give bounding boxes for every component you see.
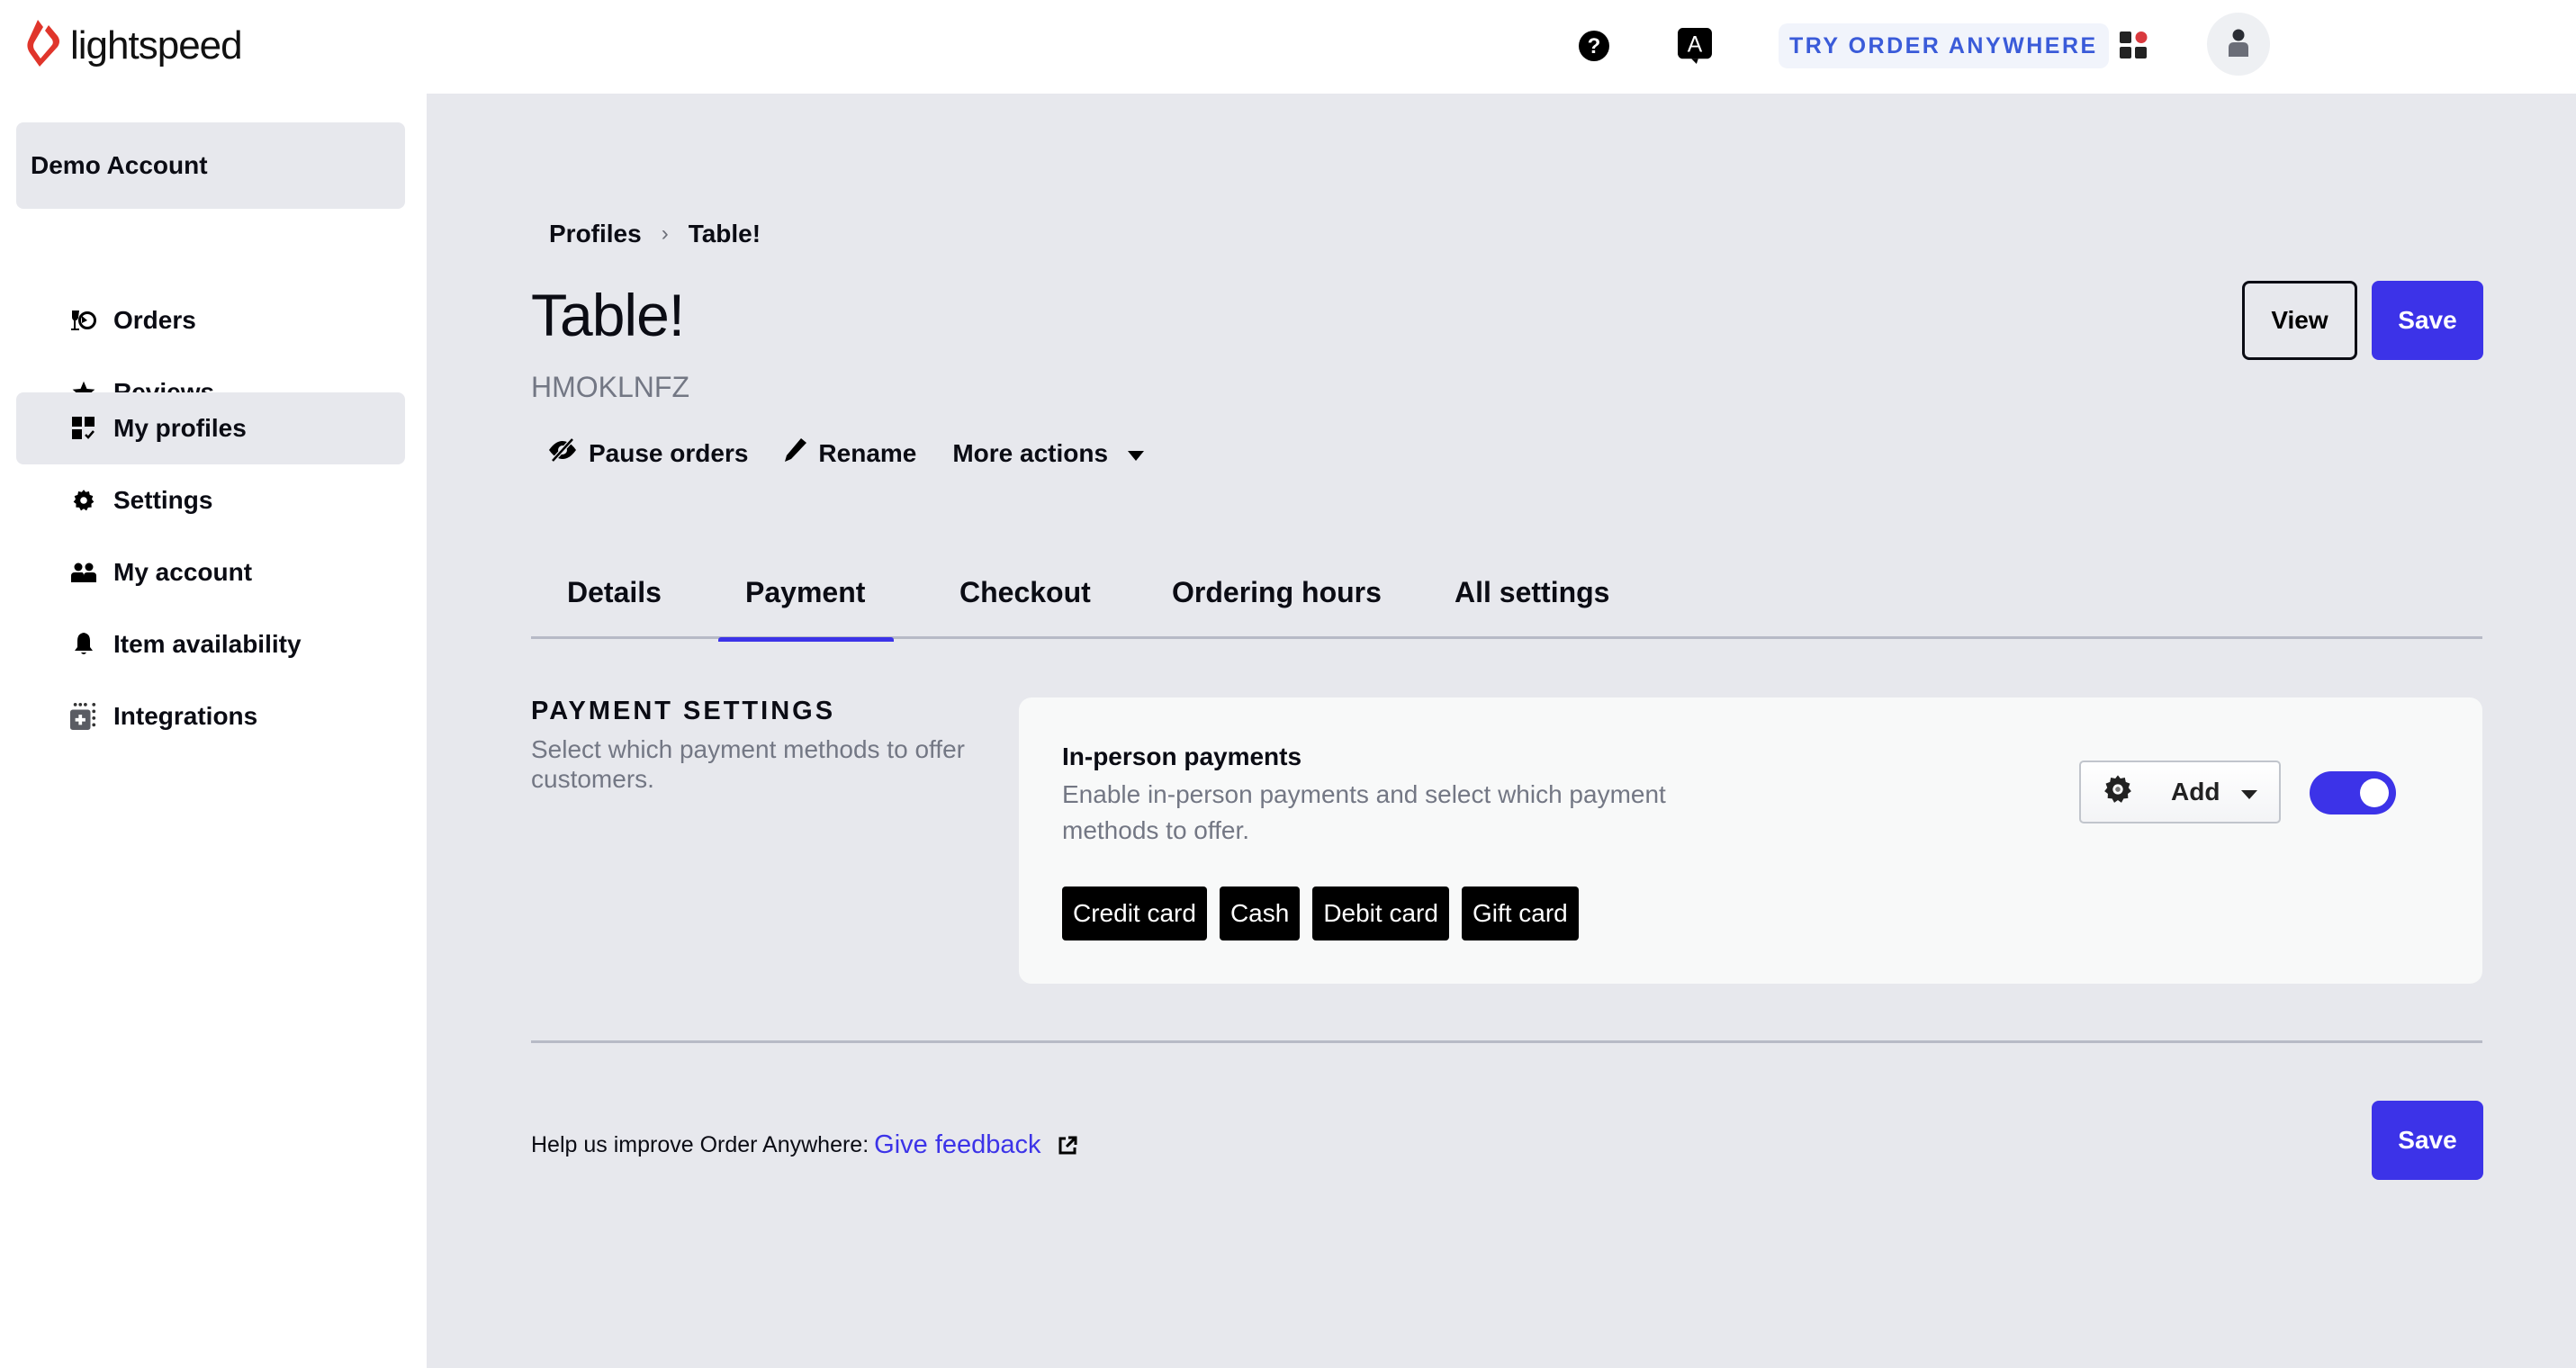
user-menu-button[interactable] xyxy=(2207,13,2270,76)
brand-name: lightspeed xyxy=(70,22,243,68)
sidebar-item-label: My account xyxy=(113,558,253,586)
sidebar-item-label: My profiles xyxy=(113,414,247,442)
integrations-icon xyxy=(70,703,97,730)
more-actions-dropdown[interactable]: More actions xyxy=(952,438,1145,468)
try-order-anywhere-button[interactable]: TRY ORDER ANYWHERE xyxy=(1779,23,2109,68)
language-icon[interactable]: A xyxy=(1678,28,1712,64)
add-label: Add xyxy=(2171,778,2220,806)
eye-off-icon xyxy=(547,437,578,468)
gear-icon xyxy=(2103,774,2133,811)
page-title: Table! xyxy=(531,282,685,348)
pause-orders-button[interactable]: Pause orders xyxy=(547,437,749,468)
caret-down-icon xyxy=(2241,778,2258,806)
breadcrumb-current: Table! xyxy=(688,220,761,248)
flame-logo-icon xyxy=(25,18,63,73)
tab-all-settings[interactable]: All settings xyxy=(1455,576,1609,639)
give-feedback-link[interactable]: Give feedback xyxy=(874,1130,1040,1160)
sidebar-item-item-availability[interactable]: Item availability xyxy=(16,608,405,680)
lightspeed-logo[interactable]: lightspeed xyxy=(25,18,243,73)
sidebar-item-my-account[interactable]: My account xyxy=(16,536,405,608)
tab-checkout[interactable]: Checkout xyxy=(959,576,1091,639)
card-description: Enable in-person payments and select whi… xyxy=(1062,780,1666,844)
toggle-knob xyxy=(2360,778,2389,807)
main-content: Profiles › Table! Table! HMOKLNFZ Pause … xyxy=(427,94,2576,1368)
svg-text:A: A xyxy=(1688,33,1703,58)
sidebar-item-label: Item availability xyxy=(113,630,302,658)
orders-icon xyxy=(70,307,97,334)
payment-method-chips: Credit card Cash Debit card Gift card xyxy=(1062,886,1579,940)
apps-grid-icon[interactable] xyxy=(2117,29,2151,63)
profile-actions: Pause orders Rename More actions xyxy=(547,437,1180,469)
sidebar-item-my-profiles[interactable]: My profiles xyxy=(16,392,405,464)
help-circle-icon[interactable]: ? xyxy=(1577,29,1611,63)
bell-icon xyxy=(70,631,97,658)
user-icon xyxy=(2227,28,2250,61)
tab-bar: Details Payment Checkout Ordering hours … xyxy=(531,562,2482,642)
svg-text:?: ? xyxy=(1588,34,1601,58)
rename-label: Rename xyxy=(818,438,917,467)
breadcrumb-profiles-link[interactable]: Profiles xyxy=(549,220,642,248)
caret-down-icon xyxy=(1128,439,1145,468)
pencil-icon xyxy=(784,437,807,469)
section-description: Select which payment methods to offer cu… xyxy=(531,735,965,793)
sidebar: Demo Account Orders Reviews My profiles … xyxy=(0,94,427,1368)
in-person-payments-card: In-person payments Enable in-person paym… xyxy=(1019,698,2482,984)
tab-payment[interactable]: Payment xyxy=(717,576,895,642)
section-divider xyxy=(531,1040,2482,1043)
payment-method-chip: Gift card xyxy=(1461,886,1579,940)
tab-ordering-hours[interactable]: Ordering hours xyxy=(1172,576,1382,639)
tab-details[interactable]: Details xyxy=(567,576,662,639)
sidebar-item-label: Orders xyxy=(113,306,196,334)
rename-button[interactable]: Rename xyxy=(784,437,916,469)
pause-orders-label: Pause orders xyxy=(589,438,749,467)
sidebar-item-orders[interactable]: Orders xyxy=(16,284,405,356)
gear-icon xyxy=(70,487,97,514)
profile-code: HMOKLNFZ xyxy=(531,371,689,403)
payment-method-chip: Credit card xyxy=(1062,886,1207,940)
payment-method-chip: Debit card xyxy=(1312,886,1449,940)
save-button-bottom[interactable]: Save xyxy=(2372,1101,2483,1180)
external-link-icon[interactable] xyxy=(1058,1136,1077,1156)
card-title: In-person payments xyxy=(1062,742,1302,770)
view-button[interactable]: View xyxy=(2242,281,2357,360)
breadcrumb: Profiles › Table! xyxy=(549,220,761,248)
sidebar-item-label: Integrations xyxy=(113,702,258,730)
section-title: PAYMENT SETTINGS xyxy=(531,697,836,725)
in-person-payments-toggle[interactable] xyxy=(2310,771,2396,814)
sidebar-item-settings[interactable]: Settings xyxy=(16,464,405,536)
more-actions-label: More actions xyxy=(952,438,1109,467)
feedback-row: Help us improve Order Anywhere: Give fee… xyxy=(531,1130,1077,1160)
payment-method-chip: Cash xyxy=(1219,886,1301,940)
chevron-right-icon: › xyxy=(661,221,669,246)
users-icon xyxy=(70,559,97,586)
sidebar-item-label: Settings xyxy=(113,486,213,514)
sidebar-item-integrations[interactable]: Integrations xyxy=(16,680,405,752)
profiles-icon xyxy=(70,415,97,442)
account-switcher[interactable]: Demo Account xyxy=(16,122,405,209)
feedback-text: Help us improve Order Anywhere: xyxy=(531,1132,869,1157)
add-payment-method-dropdown[interactable]: Add xyxy=(2079,760,2281,824)
save-button[interactable]: Save xyxy=(2372,281,2483,360)
top-header: lightspeed ? A TRY ORDER ANYWHERE xyxy=(0,0,2576,94)
